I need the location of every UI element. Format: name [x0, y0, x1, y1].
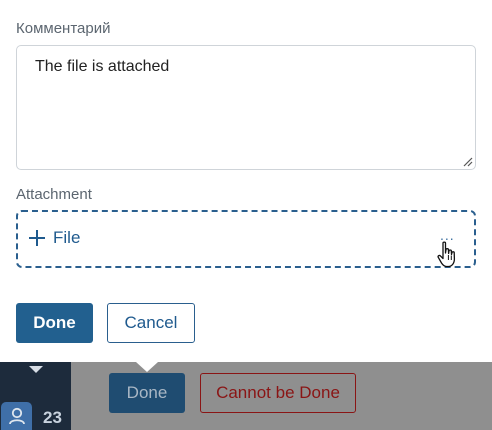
- background-done-button[interactable]: Done: [109, 373, 185, 413]
- comment-label: Комментарий: [16, 20, 111, 37]
- plus-icon: [29, 230, 45, 246]
- popover-arrow: [136, 362, 158, 372]
- add-file-label: File: [53, 228, 81, 247]
- user-icon: [1, 402, 32, 430]
- comment-textarea[interactable]: The file is attached: [16, 45, 476, 170]
- cancel-button[interactable]: Cancel: [107, 303, 195, 343]
- hand-cursor-icon: [437, 241, 456, 268]
- tasks-counter[interactable]: 23: [0, 402, 71, 430]
- resize-handle-icon[interactable]: [462, 156, 473, 167]
- complete-task-popover: Комментарий The file is attached Attachm…: [0, 0, 492, 362]
- cannot-be-done-button[interactable]: Cannot be Done: [200, 373, 356, 413]
- caret-down-icon[interactable]: [29, 366, 43, 373]
- background-app: 23 Done Cannot be Done: [0, 362, 492, 430]
- done-button[interactable]: Done: [16, 303, 93, 343]
- more-options-icon[interactable]: ...: [440, 228, 455, 242]
- counter-value: 23: [43, 408, 62, 427]
- attachment-label: Attachment: [16, 186, 92, 203]
- screen: 23 Done Cannot be Done Комментарий The f…: [0, 0, 492, 430]
- add-file-button[interactable]: File: [28, 228, 80, 248]
- left-sidebar: 23: [0, 362, 71, 430]
- attachment-dropzone[interactable]: File ...: [16, 210, 476, 268]
